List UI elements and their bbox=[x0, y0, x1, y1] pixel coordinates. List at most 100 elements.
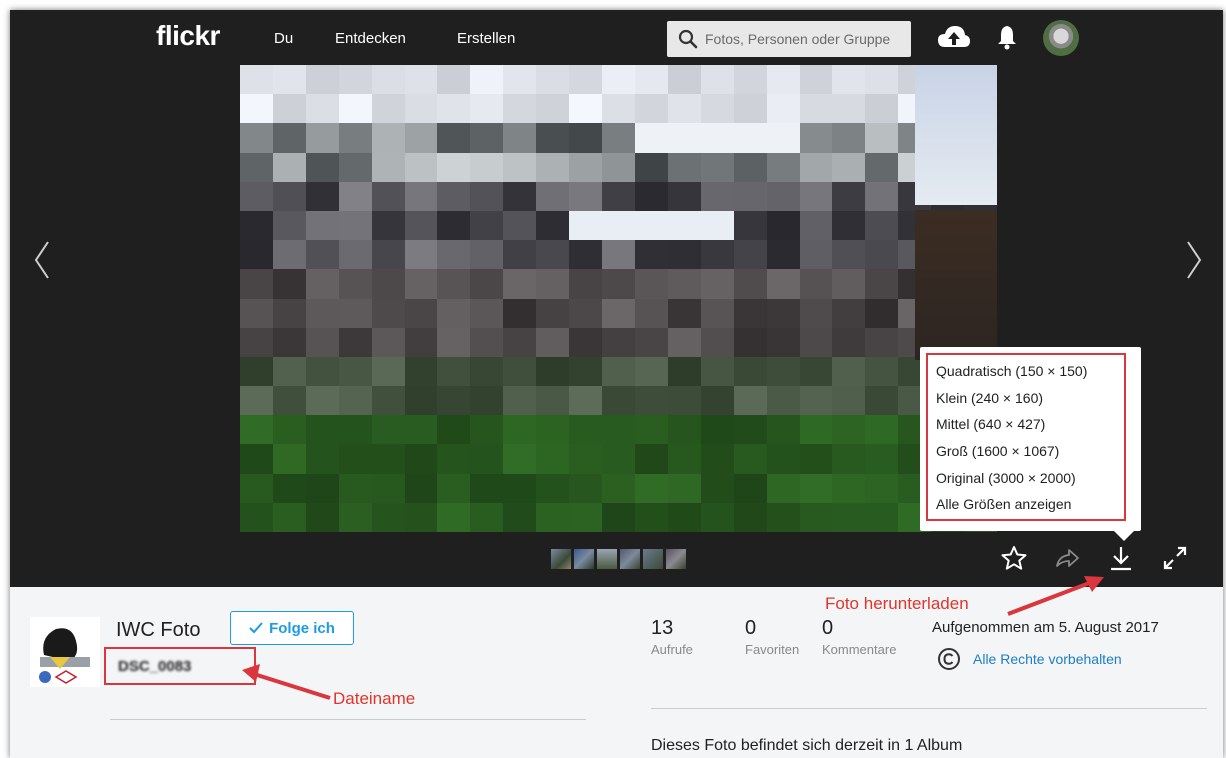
photo-pixel-block bbox=[240, 152, 273, 182]
photo-pixel-block bbox=[272, 502, 306, 532]
photo-pixel-block bbox=[437, 65, 471, 95]
photo-pixel-block bbox=[240, 240, 273, 270]
owner-name[interactable]: IWC Foto bbox=[116, 619, 200, 642]
download-icon[interactable] bbox=[1107, 544, 1135, 572]
nav-link-du[interactable]: Du bbox=[274, 30, 293, 47]
menu-item-quadratisch[interactable]: Quadratisch (150 × 150) bbox=[936, 363, 1087, 379]
photo-pixel-block bbox=[865, 327, 899, 357]
follow-button[interactable]: Folge ich bbox=[230, 611, 354, 645]
photo-pixel-block bbox=[667, 152, 701, 182]
photo-pixel-block bbox=[832, 210, 866, 241]
photo-pixel-block bbox=[634, 298, 668, 328]
filmstrip-thumb[interactable] bbox=[666, 549, 686, 569]
photo-pixel-block bbox=[700, 298, 734, 328]
photo-pixel-block bbox=[733, 327, 767, 357]
photo-pixel-block bbox=[536, 298, 570, 328]
main-photo[interactable] bbox=[240, 65, 997, 532]
photo-pixel-block bbox=[865, 152, 899, 182]
notifications-bell-icon[interactable] bbox=[995, 24, 1019, 50]
photo-pixel-block bbox=[470, 386, 504, 416]
license-link[interactable]: Alle Rechte vorbehalten bbox=[973, 651, 1122, 667]
photo-pixel-block bbox=[536, 327, 570, 357]
user-avatar[interactable] bbox=[1043, 20, 1079, 56]
photo-pixel-block bbox=[240, 415, 273, 445]
photo-pixel-block bbox=[634, 94, 668, 124]
photo-pixel-block bbox=[634, 502, 668, 532]
next-photo-chevron-icon[interactable] bbox=[1184, 240, 1204, 280]
flickr-logo[interactable]: flickr bbox=[156, 20, 220, 52]
photo-pixel-block bbox=[404, 502, 438, 532]
photo-pixel-block bbox=[832, 415, 866, 445]
photo-pixel-block bbox=[766, 444, 800, 474]
menu-item-klein[interactable]: Klein (240 × 160) bbox=[936, 390, 1043, 406]
photo-pixel-block bbox=[371, 502, 405, 532]
photo-pixel-block bbox=[404, 123, 438, 153]
photo-pixel-block bbox=[832, 269, 866, 299]
photo-pixel-block bbox=[865, 181, 899, 211]
photo-pixel-block bbox=[569, 327, 603, 357]
photo-pixel-block bbox=[470, 473, 504, 503]
menu-item-all-sizes[interactable]: Alle Größen anzeigen bbox=[936, 496, 1071, 512]
photo-pixel-block bbox=[700, 210, 734, 241]
stat-views-count: 13 bbox=[651, 617, 674, 639]
photo-pixel-block bbox=[865, 94, 899, 124]
browser-frame: flickr Du Entdecken Erstellen Quadratisc… bbox=[10, 10, 1223, 758]
annotation-download-label: Foto herunterladen bbox=[825, 594, 969, 613]
photo-pixel-block bbox=[338, 65, 372, 95]
photo-pixel-block bbox=[437, 94, 471, 124]
photo-pixel-block bbox=[865, 502, 899, 532]
copyright-icon bbox=[938, 648, 960, 670]
search-box[interactable] bbox=[667, 21, 911, 57]
photo-pixel-block bbox=[733, 210, 767, 241]
photo-pixel-block bbox=[602, 415, 635, 445]
upload-cloud-icon[interactable] bbox=[937, 23, 971, 51]
photo-pixel-block bbox=[404, 94, 438, 124]
filmstrip-thumb[interactable] bbox=[643, 549, 663, 569]
photo-pixel-block bbox=[240, 298, 273, 328]
photo-pixel-block bbox=[700, 502, 734, 532]
photo-pixel-block bbox=[437, 240, 471, 270]
photo-pixel-block bbox=[634, 415, 668, 445]
filmstrip-thumb[interactable] bbox=[597, 549, 617, 569]
photo-pixel-block bbox=[799, 240, 833, 270]
photo-pixel-block bbox=[338, 298, 372, 328]
filmstrip-thumb[interactable] bbox=[620, 549, 640, 569]
photo-pixel-block bbox=[766, 473, 800, 503]
photo-pixel-block bbox=[272, 94, 306, 124]
photo-pixel-block bbox=[503, 473, 537, 503]
photo-pixel-block bbox=[667, 502, 701, 532]
photo-pixel-block bbox=[733, 181, 767, 211]
fullscreen-expand-icon[interactable] bbox=[1161, 544, 1189, 572]
photo-pixel-block bbox=[338, 152, 372, 182]
nav-link-entdecken[interactable]: Entdecken bbox=[335, 30, 406, 47]
photo-pixel-block bbox=[569, 415, 603, 445]
search-input[interactable] bbox=[705, 21, 905, 57]
photo-pixel-block bbox=[667, 356, 701, 387]
photo-pixel-block bbox=[569, 444, 603, 474]
photo-pixel-block bbox=[569, 298, 603, 328]
photo-pixel-block bbox=[503, 210, 537, 241]
annotation-arrow-download bbox=[1007, 576, 1104, 616]
photo-pixel-block bbox=[569, 473, 603, 503]
photo-pixel-block bbox=[503, 502, 537, 532]
filmstrip-thumb[interactable] bbox=[574, 549, 594, 569]
favorite-star-icon[interactable] bbox=[1000, 544, 1028, 572]
menu-item-gross[interactable]: Groß (1600 × 1067) bbox=[936, 443, 1059, 459]
photo-pixel-block bbox=[404, 152, 438, 182]
photo-pixel-block bbox=[733, 65, 767, 95]
filmstrip bbox=[551, 549, 686, 569]
album-info[interactable]: Dieses Foto befindet sich derzeit in 1 A… bbox=[651, 737, 962, 755]
nav-link-erstellen[interactable]: Erstellen bbox=[457, 30, 515, 47]
share-arrow-icon[interactable] bbox=[1053, 544, 1081, 572]
photo-pixel-block bbox=[536, 152, 570, 182]
photo-pixel-block bbox=[536, 240, 570, 270]
previous-photo-chevron-icon[interactable] bbox=[32, 240, 52, 280]
menu-item-mittel[interactable]: Mittel (640 × 427) bbox=[936, 416, 1045, 432]
photo-pixel-block bbox=[470, 269, 504, 299]
photo-pixel-block bbox=[700, 181, 734, 211]
photo-pixel-block bbox=[371, 181, 405, 211]
menu-item-original[interactable]: Original (3000 × 2000) bbox=[936, 470, 1076, 486]
owner-logo[interactable] bbox=[30, 617, 100, 687]
photo-pixel-block bbox=[766, 181, 800, 211]
filmstrip-thumb[interactable] bbox=[551, 549, 571, 569]
